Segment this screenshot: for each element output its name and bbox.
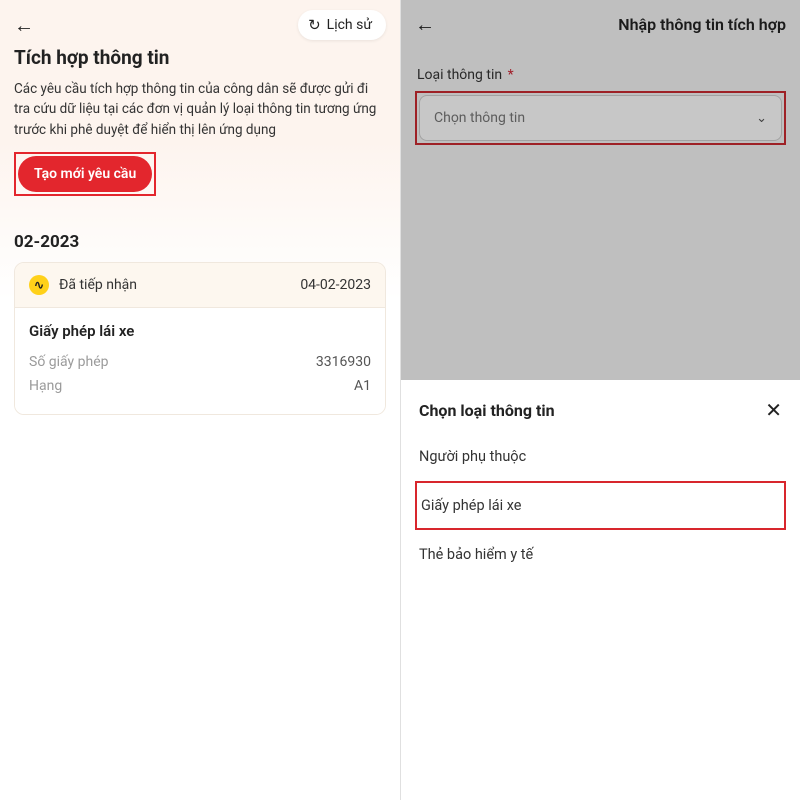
- status-text: Đã tiếp nhận: [59, 277, 300, 293]
- history-label: Lịch sử: [327, 17, 372, 33]
- dropdown-highlight: Chọn thông tin ⌄: [415, 91, 786, 145]
- field-label-text: Loại thông tin: [417, 67, 502, 83]
- page-description: Các yêu cầu tích hợp thông tin của công …: [0, 79, 400, 152]
- required-mark: *: [508, 67, 514, 83]
- sheet-option-dependent[interactable]: Người phụ thuộc: [401, 432, 800, 481]
- status-icon: ∿: [29, 275, 49, 295]
- card-body: Giấy phép lái xe Số giấy phép 3316930 Hạ…: [15, 308, 385, 414]
- header: ← Nhập thông tin tích hợp: [401, 0, 800, 49]
- field-label: Loại thông tin *: [401, 49, 800, 91]
- history-icon: ↻: [308, 16, 321, 34]
- header: ← ↻ Lịch sử: [0, 0, 400, 42]
- screen-integration-list: ← ↻ Lịch sử Tích hợp thông tin Các yêu c…: [0, 0, 400, 800]
- month-heading: 02-2023: [0, 204, 400, 262]
- sheet-title: Chọn loại thông tin: [419, 401, 555, 420]
- back-icon[interactable]: ←: [14, 13, 34, 38]
- info-type-dropdown[interactable]: Chọn thông tin ⌄: [419, 95, 782, 141]
- history-button[interactable]: ↻ Lịch sử: [298, 10, 386, 40]
- doc-row-label: Số giấy phép: [29, 354, 109, 370]
- chevron-down-icon: ⌄: [756, 111, 767, 126]
- sheet-option-driver-license[interactable]: Giấy phép lái xe: [415, 481, 786, 530]
- page-title: Nhập thông tin tích hợp: [618, 15, 786, 34]
- doc-row-value: A1: [354, 378, 371, 394]
- selection-sheet: Chọn loại thông tin ✕ Người phụ thuộc Gi…: [401, 380, 800, 800]
- back-icon[interactable]: ←: [415, 12, 435, 37]
- create-request-button[interactable]: Tạo mới yêu cầu: [18, 156, 152, 192]
- document-title: Giấy phép lái xe: [29, 322, 371, 340]
- request-card[interactable]: ∿ Đã tiếp nhận 04-02-2023 Giấy phép lái …: [14, 262, 386, 415]
- doc-row: Hạng A1: [29, 374, 371, 398]
- card-status-row: ∿ Đã tiếp nhận 04-02-2023: [15, 263, 385, 308]
- page-title: Tích hợp thông tin: [0, 42, 400, 79]
- status-date: 04-02-2023: [300, 277, 371, 293]
- doc-row-label: Hạng: [29, 378, 62, 394]
- dropdown-placeholder: Chọn thông tin: [434, 110, 525, 126]
- create-button-highlight: Tạo mới yêu cầu: [14, 152, 156, 196]
- sheet-option-health-insurance[interactable]: Thẻ bảo hiểm y tế: [401, 530, 800, 579]
- doc-row-value: 3316930: [316, 354, 371, 370]
- screen-integration-form: ← Nhập thông tin tích hợp Loại thông tin…: [400, 0, 800, 800]
- doc-row: Số giấy phép 3316930: [29, 350, 371, 374]
- dimmed-background: ← Nhập thông tin tích hợp Loại thông tin…: [401, 0, 800, 380]
- sheet-header: Chọn loại thông tin ✕: [401, 380, 800, 432]
- close-icon[interactable]: ✕: [765, 398, 782, 422]
